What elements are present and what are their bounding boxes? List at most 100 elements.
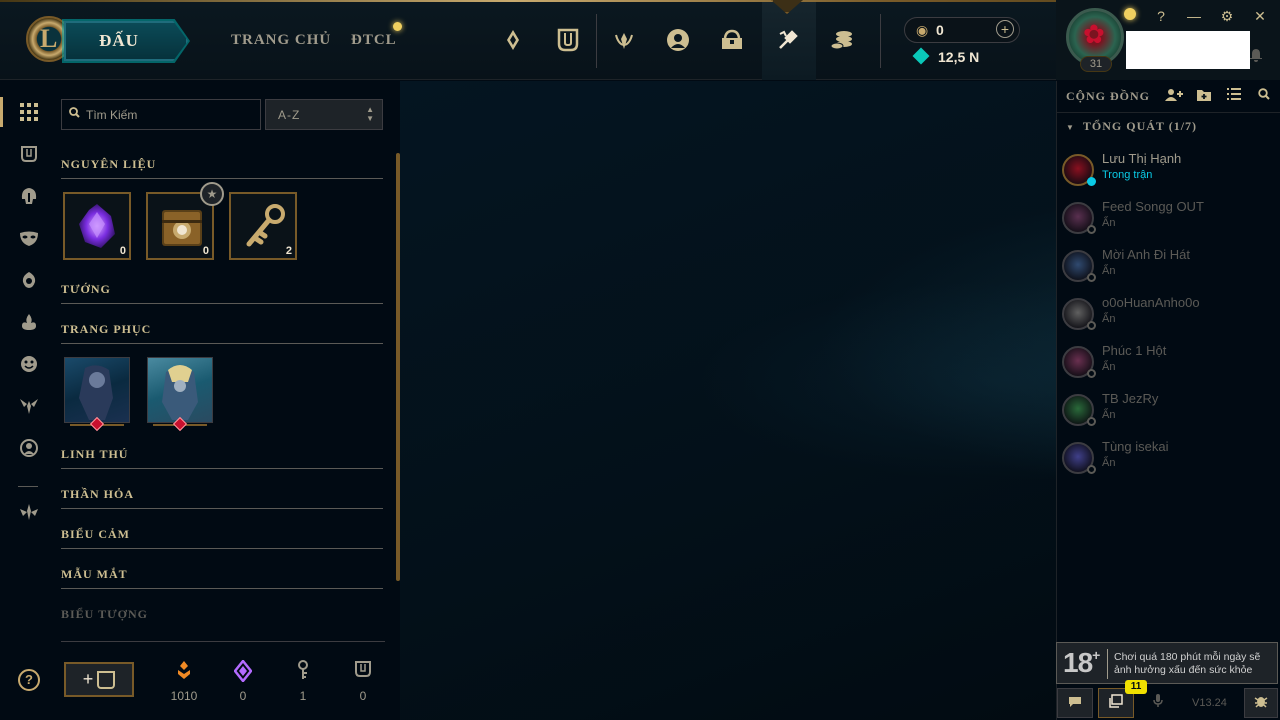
online-status-dot	[1124, 8, 1136, 20]
friend-name: o0oHuanAnho0o	[1102, 295, 1200, 310]
sort-dropdown[interactable]: A-Z ▲ ▼	[265, 99, 383, 130]
friend-name: TB JezRy	[1102, 391, 1159, 406]
presence-dot	[1087, 417, 1096, 426]
friend-row[interactable]: o0oHuanAnho0o Ẩn	[1062, 294, 1272, 334]
friend-row[interactable]: Feed Songg OUT Ẩn	[1062, 198, 1272, 238]
nav-home[interactable]: TRANG CHỦ	[231, 32, 331, 49]
age-divider	[1107, 649, 1108, 679]
material-count: 2	[285, 245, 292, 257]
ward-skin-icon[interactable]	[17, 271, 41, 295]
summoner-name-redacted	[1126, 31, 1250, 69]
friend-group-general[interactable]: ▼ TỔNG QUÁT (1/7)	[1066, 119, 1197, 134]
level-badge: 31	[1080, 56, 1112, 72]
blue-essence-value: 12,5 N	[938, 49, 980, 65]
orange-essence-icon	[172, 660, 196, 684]
tft-companion-icon[interactable]	[17, 397, 41, 421]
friend-row[interactable]: Phúc 1 Hột Ẩn	[1062, 342, 1272, 382]
help-icon[interactable]: ?	[18, 669, 40, 691]
friend-name: Mời Anh Đi Hát	[1102, 247, 1190, 262]
help-button[interactable]: ?	[1151, 6, 1171, 26]
nav-tft[interactable]: ĐTCL	[351, 32, 397, 49]
play-button[interactable]: ĐẤU	[64, 21, 188, 61]
age-rating: 18+	[1063, 647, 1100, 679]
presence-dot	[1087, 273, 1096, 282]
tft-filter-icon[interactable]	[17, 503, 41, 527]
hextech-chest-icon	[158, 202, 202, 250]
friend-name: Phúc 1 Hột	[1102, 343, 1167, 358]
close-button[interactable]: ✕	[1250, 6, 1270, 26]
chest-filter-icon[interactable]	[17, 145, 41, 169]
age-rating-plus: +	[1092, 647, 1100, 663]
friend-row[interactable]: Mời Anh Đi Hát Ẩn	[1062, 246, 1272, 286]
buy-rp-button[interactable]: +	[996, 20, 1014, 38]
ranked-icon[interactable]	[495, 22, 531, 58]
age-rating-number: 18	[1063, 647, 1093, 678]
category-pets[interactable]: LINH THÚ	[61, 447, 383, 469]
caret-down-icon: ▼	[1066, 123, 1075, 132]
category-skins[interactable]: TRANG PHỤC	[61, 322, 383, 344]
champion-helmet-icon[interactable]	[17, 187, 41, 211]
inventory-footer-divider	[61, 641, 385, 642]
friend-row[interactable]: TB JezRy Ẩn	[1062, 390, 1272, 430]
social-title: CỘNG ĐỒNG	[1066, 89, 1150, 103]
list-view-icon[interactable]	[1225, 88, 1243, 104]
main-content-background	[400, 81, 1056, 720]
rp-value: 0	[936, 22, 944, 38]
inventory-category-rail	[0, 81, 54, 720]
bell-icon[interactable]	[1250, 48, 1262, 65]
client-version: V13.24	[1192, 697, 1227, 709]
store-icon[interactable]	[824, 22, 860, 58]
rp-icon: ◉	[916, 22, 929, 38]
material-tile-key[interactable]: 2	[229, 192, 297, 260]
inventory-scrollbar[interactable]	[396, 153, 400, 581]
category-emotes[interactable]: BIỂU CẢM	[61, 527, 383, 549]
friend-status: Ẩn	[1102, 217, 1116, 229]
category-materials[interactable]: NGUYÊN LIỆU	[61, 157, 383, 179]
collection-icon[interactable]	[550, 22, 586, 58]
profile-filter-icon[interactable]	[17, 439, 41, 463]
clash-icon[interactable]	[606, 22, 642, 58]
profile-icon[interactable]	[660, 22, 696, 58]
emote-icon[interactable]	[17, 355, 41, 379]
mythic-essence-value: 0	[239, 689, 247, 703]
category-ward-skins[interactable]: MẪU MẮT	[61, 567, 383, 589]
presence-dot	[1087, 465, 1096, 474]
sort-arrows-icon: ▲ ▼	[366, 105, 374, 123]
group-label: TỔNG QUÁT (1/7)	[1082, 119, 1198, 133]
loot-icon[interactable]	[714, 22, 750, 58]
key-fragment-value: 1	[299, 689, 307, 703]
skin-mask-icon[interactable]	[17, 229, 41, 253]
friend-row[interactable]: Lưu Thị Hạnh Trong trận	[1062, 150, 1272, 190]
bug-report-button[interactable]	[1244, 688, 1278, 718]
search-input[interactable]	[86, 105, 256, 125]
add-chest-button[interactable]: +	[64, 662, 134, 697]
friend-status: Ẩn	[1102, 361, 1116, 373]
summoner-icon-filter[interactable]	[17, 313, 41, 337]
voice-button[interactable]	[1140, 688, 1176, 718]
skin-tile-1[interactable]	[64, 357, 130, 423]
search-friends-icon[interactable]	[1255, 88, 1273, 104]
presence-dot	[1087, 321, 1096, 330]
grid-icon[interactable]	[17, 103, 41, 127]
age-rating-notice: 18+ Chơi quá 180 phút mỗi ngày sẽ ảnh hư…	[1056, 642, 1278, 684]
friend-name: Lưu Thị Hạnh	[1102, 151, 1182, 166]
chest-icon	[97, 670, 116, 689]
social-divider	[1056, 112, 1280, 113]
material-tile-essence[interactable]: 0	[63, 192, 131, 260]
skin-tile-2[interactable]	[147, 357, 213, 423]
hextech-key-icon	[241, 202, 285, 250]
chat-button[interactable]	[1057, 688, 1093, 718]
add-folder-icon[interactable]	[1195, 88, 1213, 104]
rail-divider	[18, 486, 38, 487]
friend-row[interactable]: Tùng isekai Ẩn	[1062, 438, 1272, 478]
category-champions[interactable]: TƯỚNG	[61, 282, 383, 304]
settings-button[interactable]: ⚙	[1217, 6, 1237, 26]
minimize-button[interactable]: —	[1184, 6, 1204, 26]
mythic-essence-icon	[231, 658, 255, 684]
material-count: 0	[119, 245, 126, 257]
category-icons[interactable]: BIỂU TƯỢNG	[61, 607, 383, 629]
orange-essence-value: 1010	[170, 689, 198, 703]
category-eternals[interactable]: THẦN HỎA	[61, 487, 383, 509]
add-friend-icon[interactable]	[1165, 88, 1183, 104]
crafting-icon[interactable]	[770, 22, 806, 58]
